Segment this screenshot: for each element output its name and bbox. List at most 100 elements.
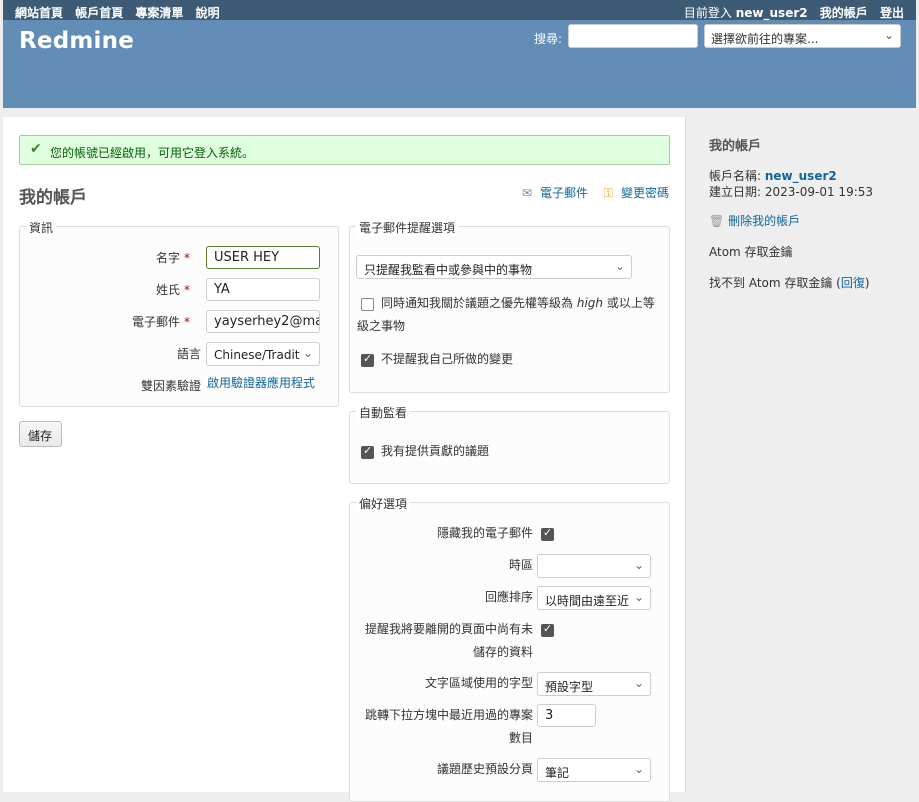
sidebar-login: 帳戶名稱: new_user2: [709, 168, 897, 184]
top-menu-home-link[interactable]: 網站首頁: [15, 6, 63, 20]
firstname-input[interactable]: USER HEY: [206, 246, 320, 269]
textarea-font-select[interactable]: 預設字型 ⌄: [537, 672, 651, 696]
mail-icon: ✉: [521, 186, 532, 200]
chevron-down-icon: ⌄: [633, 590, 644, 604]
logged-as-prefix: 目前登入: [683, 6, 732, 20]
lastname-label-text: 姓氏: [155, 283, 180, 297]
contextual-links: ✉ 電子郵件 ⚿ 變更密碼: [510, 184, 669, 201]
logged-user-link[interactable]: new_user2: [736, 6, 808, 20]
no-self-notified-checkbox[interactable]: [361, 352, 374, 367]
recent-projects-label-line2: 數目: [508, 731, 533, 745]
timezone-select[interactable]: ⌄: [537, 554, 651, 578]
mail-notification-select[interactable]: 只提醒我監看中或參與中的事物 ⌄: [356, 255, 632, 279]
textarea-font-label: 文字區域使用的字型: [424, 676, 533, 690]
info-fieldset: 資訊 名字 * USER HEY 姓氏 * YA 電子郵件 * yayserhey2@…: [19, 219, 339, 407]
search-label: 搜尋:: [534, 32, 563, 46]
mail-notification-legend: 電子郵件提醒選項: [356, 219, 459, 236]
auto-watch-checkbox[interactable]: [361, 444, 374, 459]
top-menu-right: 目前登入 new_user2 我的帳戶 登出: [668, 4, 904, 21]
email-label-text: 電子郵件: [131, 315, 180, 329]
high-priority-label: 同時通知我關於議題之優先權等級為 high 或以上等: [381, 292, 655, 315]
firstname-label: 名字 *: [20, 249, 190, 266]
warn-unsaved-checkbox[interactable]: [541, 622, 554, 637]
high-priority-checkbox[interactable]: [361, 298, 374, 311]
change-password-link[interactable]: ⚿ 變更密碼: [598, 186, 669, 200]
recent-projects-label: 跳轉下拉方塊中最近用過的專案: [364, 708, 533, 722]
top-menu: 網站首頁 帳戶首頁 專案清單 說明 目前登入 new_user2 我的帳戶 登出: [3, 0, 916, 20]
auto-watch-label: 我有提供貢獻的議題: [381, 444, 490, 458]
high-priority-word: high: [576, 296, 604, 310]
sidebar-created-value: 2023-09-01 19:53: [764, 185, 874, 199]
email-input[interactable]: yayserhey2@ma: [206, 310, 320, 333]
key-icon: ⚿: [603, 186, 613, 200]
lastname-label: 姓氏 *: [20, 281, 190, 298]
auto-watch-legend: 自動監看: [356, 404, 411, 421]
flash-message: 您的帳號已經啟用，可用它登入系統。: [50, 146, 255, 160]
email-link-label: 電子郵件: [540, 186, 589, 200]
required-mark: *: [184, 251, 190, 265]
language-label: 語言: [176, 347, 201, 361]
recent-projects-input[interactable]: 3: [537, 704, 596, 727]
delete-account-link[interactable]: 🗑 刪除我的帳戶: [709, 212, 897, 229]
flash-notice: ✔ 您的帳號已經啟用，可用它登入系統。: [19, 135, 670, 165]
email-link[interactable]: ✉ 電子郵件: [516, 186, 588, 200]
save-button[interactable]: 儲存: [19, 421, 62, 447]
delete-account-label: 刪除我的帳戶: [728, 214, 801, 228]
twofa-enable-link[interactable]: 啟用驗證器應用程式: [207, 374, 315, 391]
my-account-link[interactable]: 我的帳戶: [820, 6, 868, 20]
logout-link[interactable]: 登出: [880, 6, 904, 20]
chevron-down-icon: ⌄: [614, 259, 625, 273]
atom-key-status: 找不到 Atom 存取金鑰 (回復): [709, 274, 897, 291]
required-mark: *: [184, 283, 190, 297]
default-tab-select[interactable]: 筆記 ⌄: [537, 758, 651, 782]
atom-reset-link[interactable]: 回復: [841, 276, 865, 290]
default-tab-value: 筆記: [545, 766, 570, 780]
search-input[interactable]: [568, 24, 698, 48]
language-select[interactable]: Chinese/Tradit ⌄: [206, 342, 320, 366]
textarea-font-value: 預設字型: [545, 680, 594, 694]
check-icon: ✔: [30, 141, 42, 157]
header: Redmine 搜尋: 選擇欲前往的專案... ⌄: [3, 20, 916, 108]
auto-watch-fieldset: 自動監看 我有提供貢獻的議題: [349, 404, 670, 484]
email-label: 電子郵件 *: [20, 313, 190, 330]
top-menu-my-page-link[interactable]: 帳戶首頁: [75, 6, 123, 20]
high-priority-label-line2: 級之事物: [357, 319, 406, 333]
high-priority-prefix: 同時通知我關於議題之優先權等級為: [381, 296, 574, 310]
logged-as: 目前登入 new_user2: [676, 6, 808, 20]
high-priority-suffix: 或以上等: [606, 296, 655, 310]
atom-missing-suffix: ): [864, 276, 870, 290]
change-password-label: 變更密碼: [620, 186, 669, 200]
sidebar-title: 我的帳戶: [709, 139, 762, 154]
chevron-down-icon: ⌄: [633, 558, 644, 572]
language-select-value: Chinese/Tradit: [214, 348, 300, 362]
default-tab-label: 議題歷史預設分頁: [436, 762, 533, 776]
comments-sorting-label: 回應排序: [484, 590, 533, 604]
hide-mail-label: 隱藏我的電子郵件: [436, 526, 533, 540]
sidebar-login-link[interactable]: new_user2: [765, 169, 837, 183]
trash-icon: 🗑: [709, 214, 725, 228]
lastname-input[interactable]: YA: [206, 278, 320, 301]
sidebar-login-label: 帳戶名稱:: [709, 169, 762, 183]
comments-sorting-select[interactable]: 以時間由遠至近 ⌄: [537, 586, 651, 610]
page-title: 我的帳戶: [19, 188, 87, 208]
atom-key-title: Atom 存取金鑰: [709, 245, 793, 259]
sidebar-created: 建立日期: 2023-09-01 19:53: [709, 184, 897, 200]
warn-unsaved-label: 提醒我將要離開的頁面中尚有未: [364, 622, 533, 636]
chevron-down-icon: ⌄: [302, 346, 313, 360]
sidebar: 我的帳戶 帳戶名稱: new_user2 建立日期: 2023-09-01 19…: [687, 117, 919, 792]
chevron-down-icon: ⌄: [633, 762, 644, 776]
preferences-legend: 偏好選項: [356, 495, 411, 512]
main-content: ✔ 您的帳號已經啟用，可用它登入系統。 我的帳戶 ✉ 電子郵件 ⚿ 變更密碼 資訊 …: [3, 117, 686, 802]
preferences-fieldset: 偏好選項 隱藏我的電子郵件 時區 ⌄ 回應排序 以時間由遠至近 ⌄ 提醒我將要離…: [349, 495, 670, 802]
mail-notification-value: 只提醒我監看中或參與中的事物: [364, 263, 533, 277]
warn-unsaved-label-line2: 儲存的資料: [472, 645, 533, 659]
hide-mail-checkbox[interactable]: [541, 526, 554, 541]
project-jump-select[interactable]: 選擇欲前往的專案... ⌄: [704, 24, 901, 48]
atom-missing-prefix: 找不到 Atom 存取金鑰 (: [709, 276, 841, 290]
required-mark: *: [184, 315, 190, 329]
top-menu-help-link[interactable]: 說明: [196, 6, 220, 20]
top-menu-projects-link[interactable]: 專案清單: [135, 6, 183, 20]
timezone-label: 時區: [508, 558, 533, 572]
no-self-notified-label: 不提醒我自己所做的變更: [381, 352, 514, 366]
twofa-label: 雙因素驗證: [140, 379, 201, 393]
